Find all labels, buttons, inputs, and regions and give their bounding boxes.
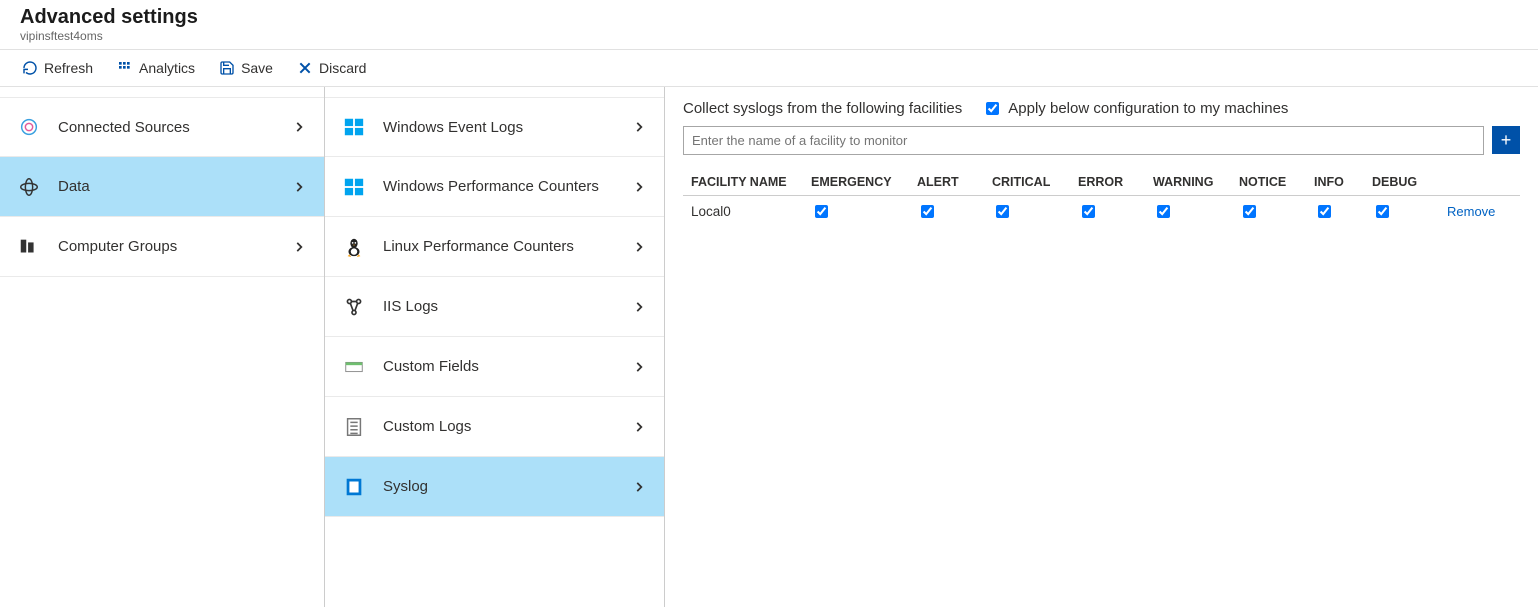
chevron-right-icon: [632, 360, 646, 374]
col-facility: FACILITY NAME: [691, 175, 811, 189]
subnav-linux-perf-counters[interactable]: Linux Performance Counters: [325, 217, 664, 277]
chevron-right-icon: [632, 300, 646, 314]
data-icon: [18, 176, 40, 198]
apply-config-row[interactable]: Apply below configuration to my machines: [982, 99, 1288, 118]
analytics-button[interactable]: Analytics: [115, 58, 197, 78]
plus-icon: +: [1501, 131, 1512, 149]
apply-config-checkbox[interactable]: [986, 102, 999, 115]
col-warning: WARNING: [1153, 175, 1239, 189]
data-subnav: Windows Event Logs Windows Performance C…: [325, 87, 665, 607]
table-header: FACILITY NAME EMERGENCY ALERT CRITICAL E…: [683, 169, 1520, 196]
severity-emergency-checkbox[interactable]: [815, 205, 828, 218]
nav-data[interactable]: Data: [0, 157, 324, 217]
linux-icon: [343, 236, 365, 258]
table-row: Local0 Remove: [683, 196, 1520, 227]
save-icon: [219, 60, 235, 76]
severity-notice-checkbox[interactable]: [1243, 205, 1256, 218]
refresh-label: Refresh: [44, 60, 93, 76]
save-label: Save: [241, 60, 273, 76]
subnav-label: IIS Logs: [383, 298, 438, 315]
analytics-label: Analytics: [139, 60, 195, 76]
severity-warning-checkbox[interactable]: [1157, 205, 1170, 218]
facility-name-input[interactable]: [683, 126, 1484, 155]
col-alert: ALERT: [917, 175, 992, 189]
chevron-right-icon: [632, 180, 646, 194]
col-emergency: EMERGENCY: [811, 175, 917, 189]
analytics-icon: [117, 60, 133, 76]
syslog-icon: [343, 476, 365, 498]
windows-icon: [343, 116, 365, 138]
col-critical: CRITICAL: [992, 175, 1078, 189]
iis-icon: [343, 296, 365, 318]
col-debug: DEBUG: [1372, 175, 1447, 189]
col-notice: NOTICE: [1239, 175, 1314, 189]
facilities-table: FACILITY NAME EMERGENCY ALERT CRITICAL E…: [683, 169, 1520, 227]
subnav-label: Custom Fields: [383, 358, 479, 375]
subnav-custom-logs[interactable]: Custom Logs: [325, 397, 664, 457]
windows-icon: [343, 176, 365, 198]
discard-label: Discard: [319, 60, 366, 76]
chevron-right-icon: [632, 480, 646, 494]
severity-critical-checkbox[interactable]: [996, 205, 1009, 218]
severity-debug-checkbox[interactable]: [1376, 205, 1389, 218]
connected-sources-icon: [18, 116, 40, 138]
custom-fields-icon: [343, 356, 365, 378]
nav-label: Data: [58, 178, 90, 195]
col-error: ERROR: [1078, 175, 1153, 189]
remove-link[interactable]: Remove: [1447, 204, 1495, 219]
chevron-right-icon: [292, 240, 306, 254]
apply-config-label: Apply below configuration to my machines: [1008, 100, 1288, 117]
subnav-label: Windows Performance Counters: [383, 178, 599, 195]
chevron-right-icon: [632, 120, 646, 134]
subnav-label: Linux Performance Counters: [383, 238, 574, 255]
page-header: Advanced settings vipinsftest4oms: [0, 0, 1538, 50]
discard-button[interactable]: Discard: [295, 58, 368, 78]
subnav-custom-fields[interactable]: Custom Fields: [325, 337, 664, 397]
subnav-windows-event-logs[interactable]: Windows Event Logs: [325, 97, 664, 157]
page-subtitle: vipinsftest4oms: [20, 29, 1518, 43]
chevron-right-icon: [292, 120, 306, 134]
discard-icon: [297, 60, 313, 76]
nav-computer-groups[interactable]: Computer Groups: [0, 217, 324, 277]
subnav-label: Custom Logs: [383, 418, 471, 435]
syslog-panel: Collect syslogs from the following facil…: [665, 87, 1538, 607]
content-area: Connected Sources Data Computer Groups W…: [0, 87, 1538, 607]
chevron-right-icon: [632, 420, 646, 434]
panel-title: Collect syslogs from the following facil…: [683, 100, 962, 117]
nav-label: Computer Groups: [58, 238, 177, 255]
computer-groups-icon: [18, 236, 40, 258]
subnav-iis-logs[interactable]: IIS Logs: [325, 277, 664, 337]
severity-alert-checkbox[interactable]: [921, 205, 934, 218]
save-button[interactable]: Save: [217, 58, 275, 78]
severity-info-checkbox[interactable]: [1318, 205, 1331, 218]
subnav-label: Syslog: [383, 478, 428, 495]
refresh-icon: [22, 60, 38, 76]
nav-connected-sources[interactable]: Connected Sources: [0, 97, 324, 157]
subnav-windows-perf-counters[interactable]: Windows Performance Counters: [325, 157, 664, 217]
left-nav: Connected Sources Data Computer Groups: [0, 87, 325, 607]
custom-logs-icon: [343, 416, 365, 438]
facility-cell: Local0: [691, 204, 811, 219]
nav-label: Connected Sources: [58, 119, 190, 136]
severity-error-checkbox[interactable]: [1082, 205, 1095, 218]
chevron-right-icon: [632, 240, 646, 254]
page-title: Advanced settings: [20, 6, 1518, 29]
subnav-label: Windows Event Logs: [383, 119, 523, 136]
add-facility-button[interactable]: +: [1492, 126, 1520, 154]
toolbar: Refresh Analytics Save Discard: [0, 50, 1538, 87]
refresh-button[interactable]: Refresh: [20, 58, 95, 78]
subnav-syslog[interactable]: Syslog: [325, 457, 664, 517]
chevron-right-icon: [292, 180, 306, 194]
col-info: INFO: [1314, 175, 1372, 189]
